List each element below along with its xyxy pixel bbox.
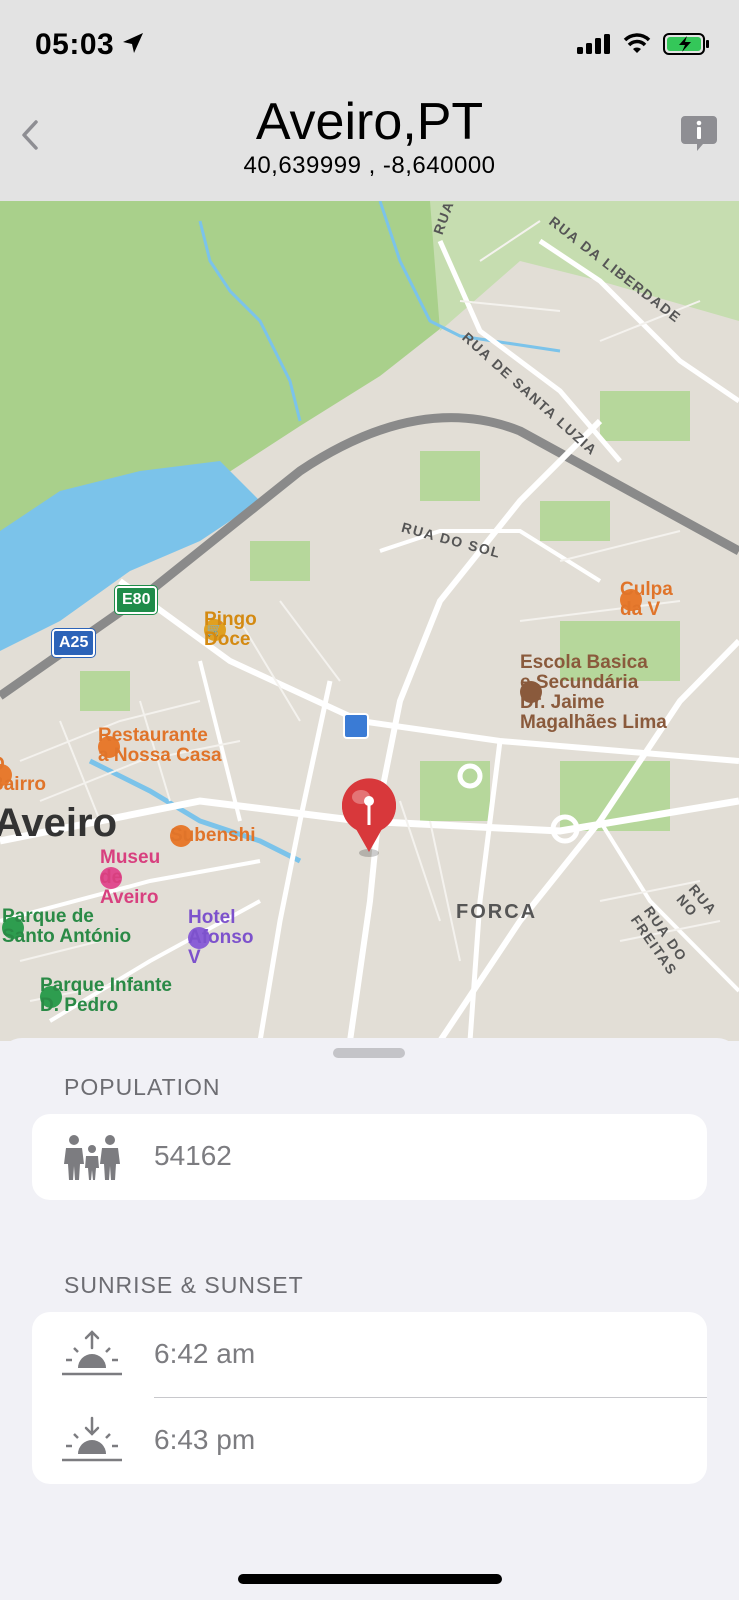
sun-heading: SUNRISE & SUNSET bbox=[64, 1272, 304, 1298]
population-value: 54162 bbox=[154, 1140, 232, 1171]
nav-header: Aveiro,PT 40,639999 , -8,640000 bbox=[0, 90, 739, 201]
road-shield-a25: A25 bbox=[52, 629, 96, 657]
coordinates-text: 40,639999 , -8,640000 bbox=[243, 152, 496, 179]
poi-label: Subenshi bbox=[170, 825, 256, 846]
battery-charging-icon bbox=[663, 33, 709, 55]
signal-icon bbox=[577, 34, 610, 54]
poi-label: Parque Infante D. Pedro bbox=[40, 975, 172, 1016]
poi-culpa-da-v[interactable]: Culpa da V bbox=[620, 580, 673, 620]
poi-label: Culpa da V bbox=[620, 579, 673, 620]
poi-parque-santo-antonio[interactable]: Parque de Santo António bbox=[2, 907, 131, 947]
poi-restaurante-nossa-casa[interactable]: Restaurante a Nossa Casa bbox=[98, 726, 222, 766]
poi-label: Pingo Doce bbox=[204, 609, 257, 650]
poi-label: Hotel Afonso V bbox=[188, 907, 254, 968]
poi-hotel-afonso-v[interactable]: Hotel Afonso V bbox=[188, 908, 253, 968]
population-heading: POPULATION bbox=[64, 1074, 221, 1100]
info-bubble-icon[interactable] bbox=[679, 114, 719, 154]
city-label: Aveiro bbox=[0, 801, 118, 845]
population-card: 54162 bbox=[32, 1114, 707, 1200]
page-title: Aveiro,PT bbox=[255, 93, 484, 151]
family-icon bbox=[64, 1135, 120, 1180]
details-sheet: POPULATION 54162 SUNRISE & SUNSET 6:42 a… bbox=[0, 1038, 739, 1600]
location-arrow-icon bbox=[123, 33, 143, 53]
row-divider bbox=[154, 1397, 707, 1398]
sunrise-time: 6:42 am bbox=[154, 1338, 256, 1369]
poi-o-bairro[interactable]: O Bairro bbox=[0, 755, 46, 795]
map-pin-icon[interactable] bbox=[342, 778, 397, 857]
status-time: 05:03 bbox=[35, 28, 115, 61]
poi-parque-infante-d-pedro[interactable]: Parque Infante D. Pedro bbox=[40, 976, 172, 1016]
poi-label: O Bairro bbox=[0, 755, 46, 795]
poi-subenshi[interactable]: Subenshi bbox=[170, 825, 256, 847]
sunset-icon bbox=[62, 1416, 122, 1462]
poi-museu-de-aveiro[interactable]: Museu de Aveiro bbox=[100, 848, 160, 908]
area-label: FORCA bbox=[456, 901, 538, 923]
poi-label: Restaurante a Nossa Casa bbox=[98, 725, 222, 766]
map-view[interactable]: E80 A25 RUA DA BALSEIRA RUA DA LIBERDADE… bbox=[0, 201, 739, 1041]
road-shield-e80: E80 bbox=[115, 586, 158, 614]
poi-escola-basica[interactable]: Escola Basica e Secundária Dr. Jaime Mag… bbox=[520, 653, 667, 733]
poi-label: Museu de Aveiro bbox=[100, 847, 161, 908]
sunset-time: 6:43 pm bbox=[154, 1424, 256, 1455]
sunrise-icon bbox=[62, 1330, 122, 1376]
wifi-icon bbox=[623, 33, 651, 53]
train-station-icon[interactable] bbox=[343, 713, 369, 739]
status-bar: 05:03 bbox=[0, 0, 739, 90]
poi-label: Parque de Santo António bbox=[2, 906, 132, 947]
home-indicator[interactable] bbox=[238, 1574, 502, 1584]
sheet-grabber[interactable] bbox=[333, 1048, 405, 1058]
poi-pingo-doce[interactable]: 🛒 Pingo Doce bbox=[204, 610, 257, 650]
poi-label: Escola Basica e Secundária Dr. Jaime Mag… bbox=[520, 652, 667, 733]
sun-card: 6:42 am 6:43 pm bbox=[32, 1312, 707, 1484]
